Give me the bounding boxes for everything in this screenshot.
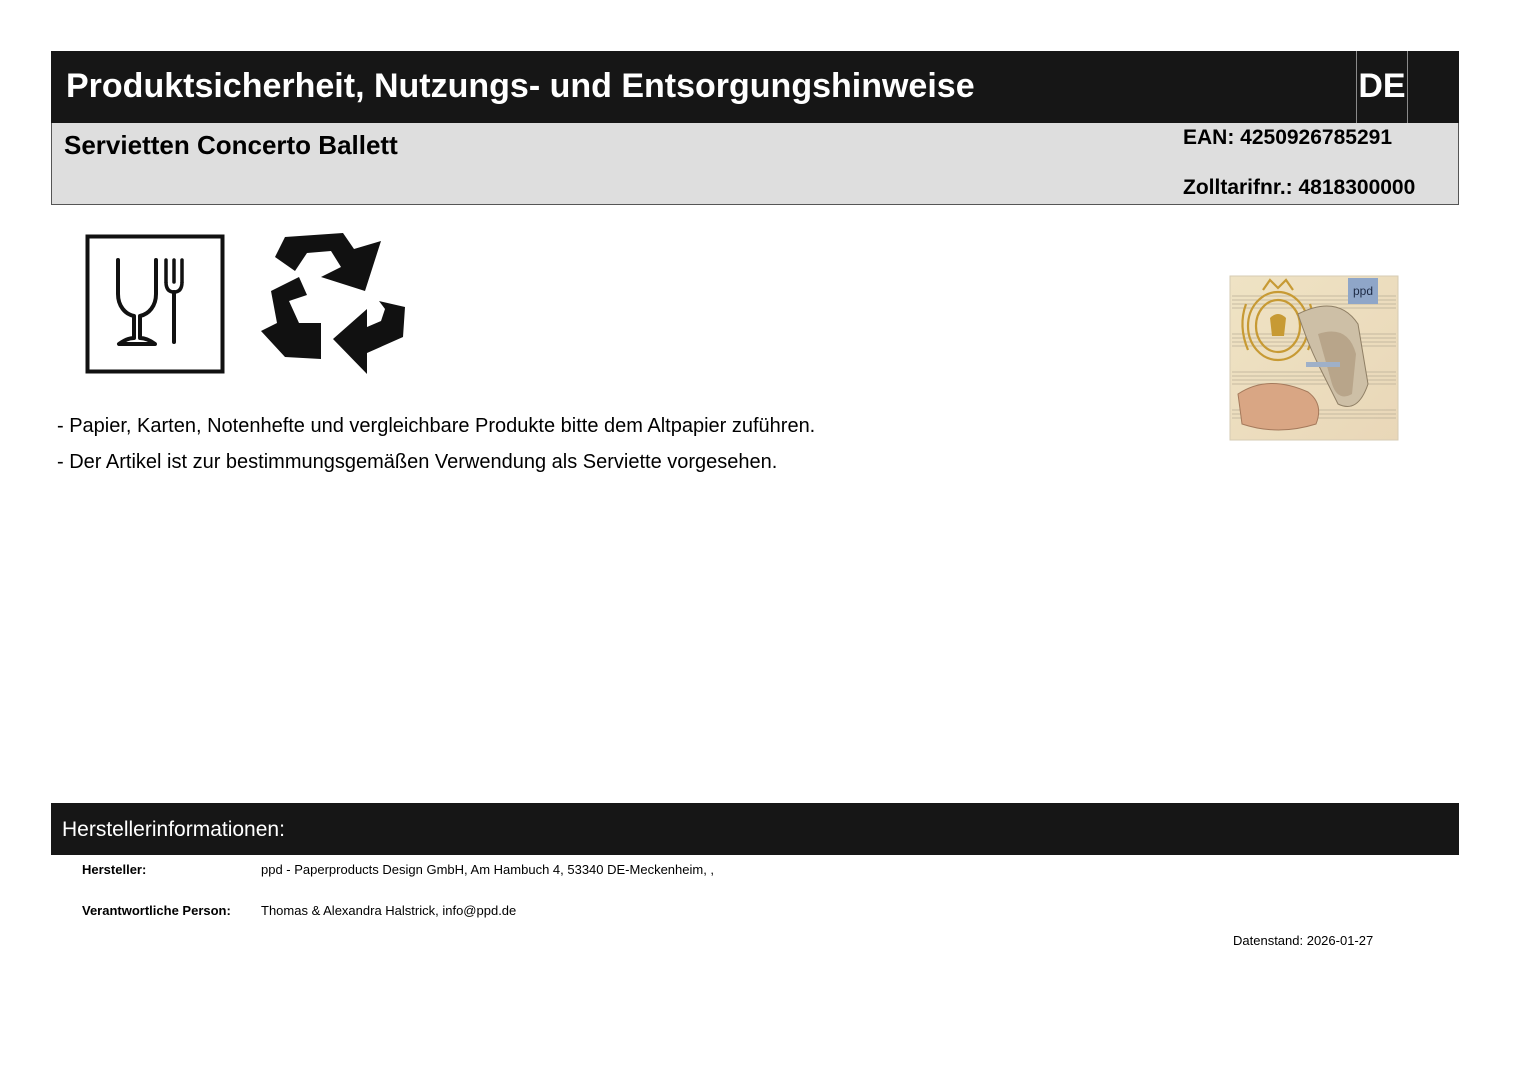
tariff-number: Zolltarifnr.: 4818300000 xyxy=(1183,176,1416,199)
responsible-person-label: Verantwortliche Person: xyxy=(82,903,231,918)
note-item: - Der Artikel ist zur bestimmungsgemäßen… xyxy=(57,451,778,473)
manufacturer-section-title: Herstellerinformationen: xyxy=(62,818,285,841)
food-safe-icon xyxy=(85,234,225,374)
recycle-icon xyxy=(261,233,405,374)
language-code: DE xyxy=(1356,51,1408,123)
responsible-person-value: Thomas & Alexandra Halstrick, info@ppd.d… xyxy=(261,903,517,918)
manufacturer-value: ppd - Paperproducts Design GmbH, Am Hamb… xyxy=(261,862,715,877)
ean-code: EAN: 4250926785291 xyxy=(1183,126,1392,149)
manufacturer-label: Hersteller: xyxy=(82,862,147,877)
note-item: - Papier, Karten, Notenhefte und verglei… xyxy=(57,415,816,437)
product-name: Servietten Concerto Ballett xyxy=(64,130,398,160)
manufacturer-bar: Herstellerinformationen: xyxy=(51,803,1459,855)
product-image: ppd xyxy=(1229,275,1399,441)
product-bar: Servietten Concerto Ballett EAN: 4250926… xyxy=(51,123,1459,205)
product-image-logo: ppd xyxy=(1353,284,1373,298)
header-bar: Produktsicherheit, Nutzungs- und Entsorg… xyxy=(51,51,1459,123)
notes-list: - Papier, Karten, Notenhefte und verglei… xyxy=(57,414,815,486)
data-date: Datenstand: 2026-01-27 xyxy=(1233,933,1374,948)
page-title: Produktsicherheit, Nutzungs- und Entsorg… xyxy=(66,67,975,105)
